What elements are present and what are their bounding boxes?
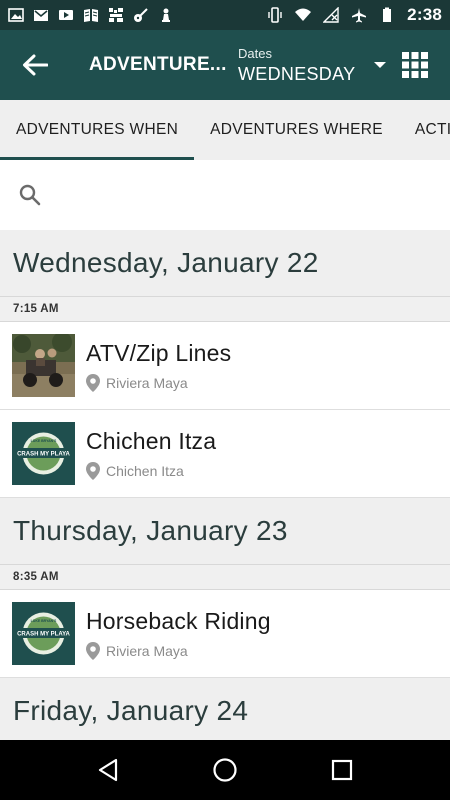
item-location-label: Chichen Itza <box>106 462 184 479</box>
item-location: Riviera Maya <box>86 641 271 660</box>
list-item-chichen-itza[interactable]: CRASH MY PLAYA LUKE BRYAN'S Chichen Itza… <box>0 410 450 498</box>
tab-activities[interactable]: ACTIVITIES <box>399 100 450 160</box>
logo-text-top: LUKE BRYAN'S <box>31 439 57 443</box>
nav-recents-icon <box>331 759 352 781</box>
atv-photo-thumbnail <box>12 334 75 397</box>
item-location: Chichen Itza <box>86 461 216 480</box>
day-header: Friday, January 24 <box>0 678 450 740</box>
search-icon[interactable] <box>18 183 42 207</box>
app-bar: ADVENTURE... Dates WEDNESDAY <box>0 30 450 100</box>
grid-icon <box>402 52 429 78</box>
dates-selected-value: WEDNESDAY <box>238 63 356 84</box>
search-input[interactable] <box>54 186 434 204</box>
arrow-left-icon <box>22 54 48 76</box>
gmail-icon <box>34 10 48 21</box>
item-location-label: Riviera Maya <box>106 642 188 659</box>
dates-label: Dates <box>238 45 272 61</box>
tab-adventures-when[interactable]: ADVENTURES WHEN <box>0 100 195 160</box>
nav-back-button[interactable] <box>78 740 138 800</box>
day-header: Wednesday, January 22 <box>0 230 450 296</box>
chess-piece-icon <box>162 8 170 22</box>
back-button[interactable] <box>0 30 69 100</box>
battery-icon <box>383 7 392 22</box>
logo-text-main: CRASH MY PLAYA <box>17 452 70 458</box>
item-location-label: Riviera Maya <box>106 374 188 391</box>
wifi-icon <box>295 8 312 21</box>
logo-text-top: LUKE BRYAN'S <box>31 619 57 623</box>
item-title: ATV/Zip Lines <box>86 339 232 366</box>
nav-recents-button[interactable] <box>312 740 372 800</box>
tab-bar: ADVENTURES WHEN ADVENTURES WHERE ACTIVIT… <box>0 100 450 160</box>
crash-my-playa-logo-thumbnail: CRASH MY PLAYA LUKE BRYAN'S <box>12 602 75 665</box>
book-icon <box>84 9 98 22</box>
time-header: 7:15 AM <box>0 296 450 322</box>
airplane-icon <box>352 8 367 23</box>
status-bar: 2:38 <box>0 0 450 30</box>
clock: 2:38 <box>407 5 442 24</box>
logo-text-main: CRASH MY PLAYA <box>17 632 70 638</box>
system-icons: 2:38 <box>267 5 442 25</box>
adventure-list: Wednesday, January 22 7:15 AM ATV/Zip Li… <box>0 230 450 740</box>
dates-dropdown[interactable]: Dates WEDNESDAY <box>238 30 386 100</box>
item-location: Riviera Maya <box>86 373 231 392</box>
system-nav-bar <box>0 740 450 800</box>
pixel-app-icon <box>109 8 123 22</box>
location-pin-icon <box>86 461 100 480</box>
tab-adventures-where[interactable]: ADVENTURES WHERE <box>194 100 399 160</box>
video-icon <box>59 10 73 20</box>
grid-view-button[interactable] <box>386 30 445 100</box>
item-title: Horseback Riding <box>86 607 271 634</box>
page-title: ADVENTURE... <box>89 54 227 75</box>
time-header: 8:35 AM <box>0 564 450 590</box>
list-item-atv-zip-lines[interactable]: ATV/Zip Lines Riviera Maya <box>0 322 450 410</box>
notification-icons <box>8 7 174 23</box>
item-title: Chichen Itza <box>86 427 217 454</box>
nav-home-button[interactable] <box>195 740 255 800</box>
image-icon <box>8 8 24 22</box>
location-pin-icon <box>86 641 100 660</box>
location-pin-icon <box>86 373 100 392</box>
vibrate-icon <box>268 7 282 23</box>
list-item-horseback-riding[interactable]: CRASH MY PLAYA LUKE BRYAN'S Horseback Ri… <box>0 590 450 678</box>
search-bar <box>0 160 450 230</box>
day-header: Thursday, January 23 <box>0 498 450 564</box>
dropdown-caret-icon <box>373 62 386 68</box>
nav-home-icon <box>213 758 237 782</box>
nav-back-icon <box>99 758 118 782</box>
no-signal-icon <box>323 7 339 23</box>
crash-my-playa-logo-thumbnail: CRASH MY PLAYA LUKE BRYAN'S <box>12 422 75 485</box>
guitar-icon <box>134 8 148 22</box>
